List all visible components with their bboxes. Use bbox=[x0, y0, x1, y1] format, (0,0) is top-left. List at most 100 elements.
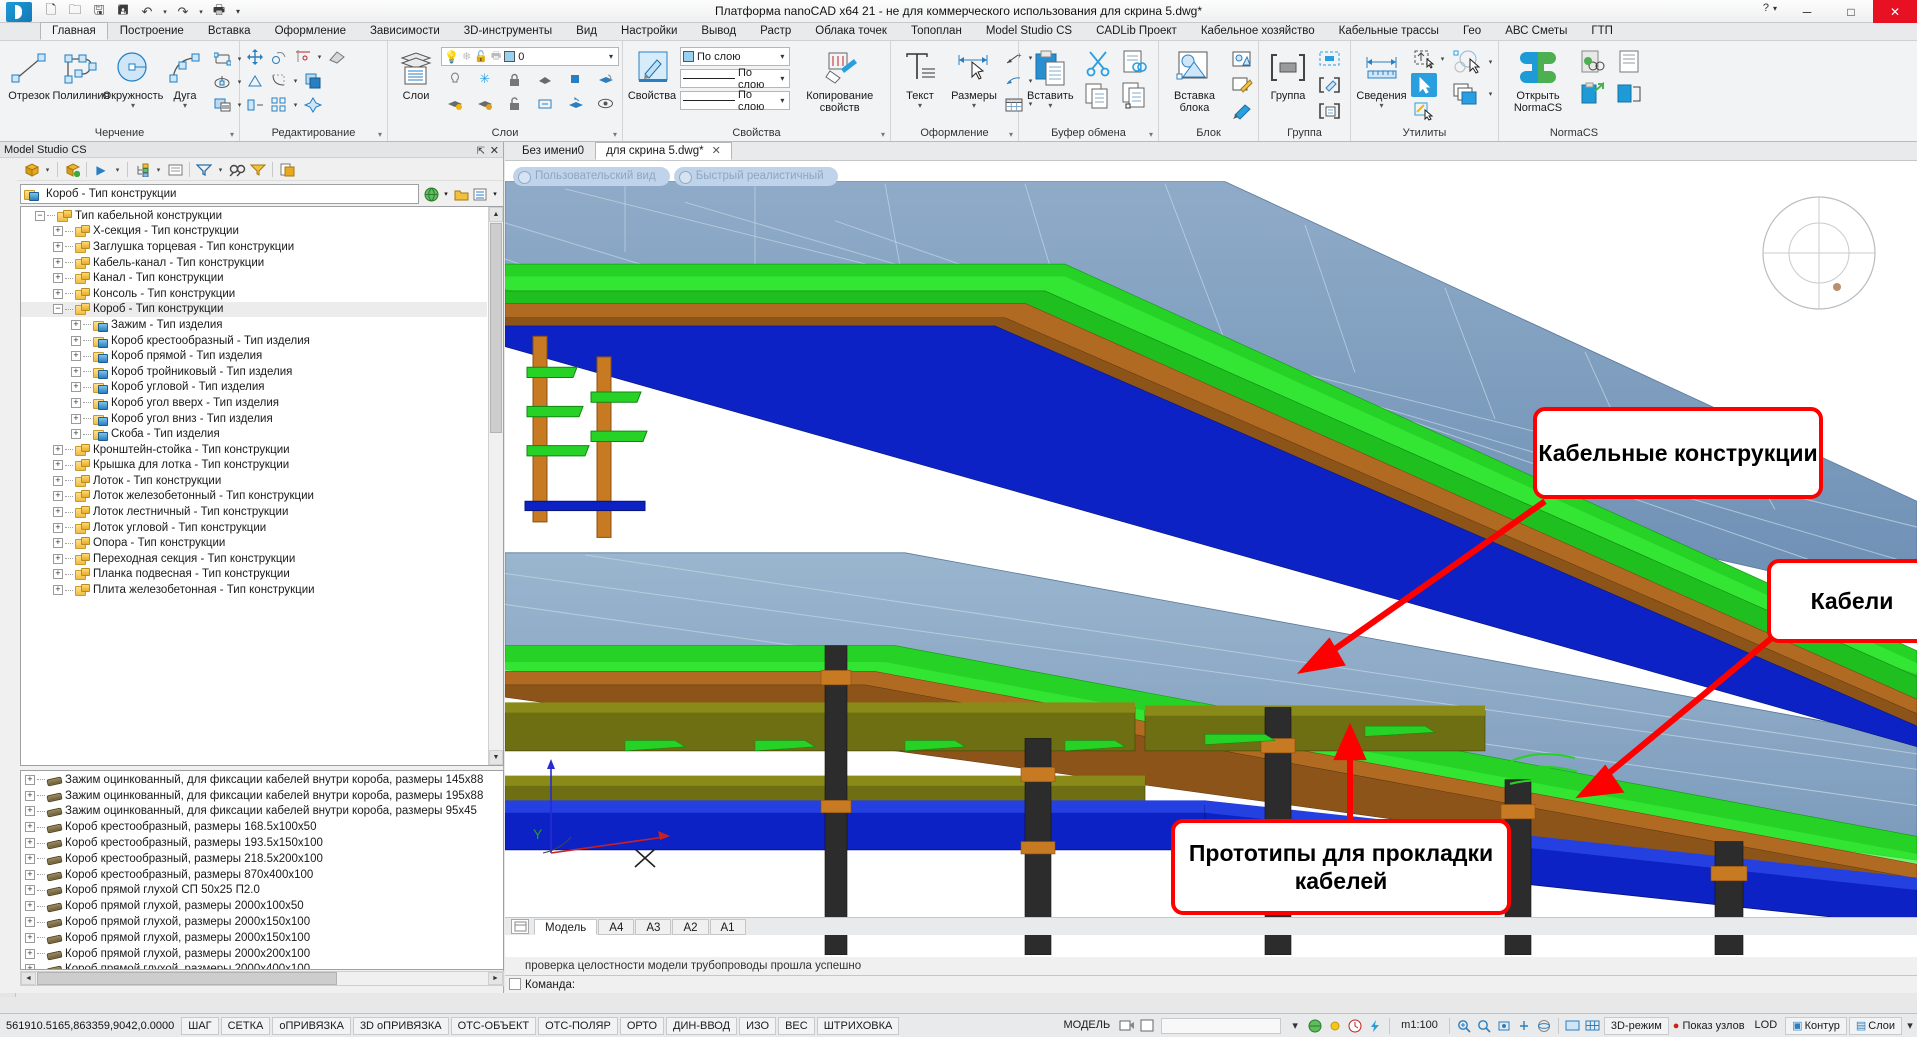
status-toggle-5[interactable]: ОТС-ПОЛЯР bbox=[538, 1017, 618, 1035]
properties-panel-caret-icon[interactable]: ▾ bbox=[490, 185, 500, 203]
view-cube[interactable] bbox=[1749, 183, 1889, 323]
print-icon[interactable]: 🖶 bbox=[208, 2, 230, 22]
ribbon-tab-18[interactable]: ГТП bbox=[1579, 22, 1625, 40]
status-overflow-icon[interactable]: ▾ bbox=[1903, 1017, 1917, 1035]
list-item[interactable]: +Короб крестообразный, размеры 193.5х150… bbox=[21, 835, 503, 851]
annotation-scale-slider[interactable] bbox=[1161, 1018, 1281, 1034]
tree-view-icon[interactable] bbox=[132, 160, 152, 179]
block-editor-icon[interactable] bbox=[1229, 47, 1255, 71]
pin-icon[interactable]: ⇱ bbox=[477, 144, 485, 160]
sun-status-icon[interactable] bbox=[1325, 1017, 1345, 1035]
paper-space-icon[interactable] bbox=[1137, 1017, 1157, 1035]
list-view-icon[interactable] bbox=[165, 160, 185, 179]
tree-node[interactable]: +Канал - Тип конструкции bbox=[21, 270, 487, 286]
tree-toggle-icon[interactable]: + bbox=[53, 569, 63, 579]
properties-dialog-launcher-icon[interactable]: ▾ bbox=[881, 128, 885, 142]
hscroll-left-icon[interactable]: ◄ bbox=[21, 972, 36, 985]
panel-close-icon[interactable]: ✕ bbox=[490, 143, 499, 159]
layer-merge-icon[interactable] bbox=[534, 92, 557, 114]
layer-current-icon[interactable] bbox=[564, 68, 587, 90]
list-toggle-icon[interactable]: + bbox=[25, 791, 35, 801]
stretch-icon[interactable] bbox=[243, 94, 266, 116]
redo-caret-icon[interactable]: ▾ bbox=[196, 2, 206, 22]
tree-toggle-icon[interactable]: − bbox=[35, 211, 45, 221]
list-horizontal-scrollbar[interactable]: ◄ ► bbox=[20, 971, 504, 986]
trim-caret-icon[interactable]: ▾ bbox=[315, 53, 324, 61]
hatch-icon[interactable] bbox=[211, 94, 234, 116]
list-toggle-icon[interactable]: + bbox=[25, 964, 35, 970]
scale-icon[interactable] bbox=[243, 70, 266, 92]
redo-icon[interactable]: ↷ bbox=[172, 2, 194, 22]
cut-icon[interactable] bbox=[1081, 47, 1115, 78]
database-icon[interactable] bbox=[21, 160, 41, 179]
layer-visibility-icon[interactable] bbox=[594, 92, 617, 114]
list-toggle-icon[interactable]: + bbox=[25, 901, 35, 911]
list-item[interactable]: +Короб крестообразный, размеры 870х400х1… bbox=[21, 867, 503, 883]
layout-list-icon[interactable] bbox=[511, 919, 529, 934]
ribbon-tab-16[interactable]: Гео bbox=[1451, 22, 1493, 40]
layer-unlock-icon[interactable]: 🔓 bbox=[474, 50, 488, 63]
fillet-icon[interactable] bbox=[267, 70, 290, 92]
list-item[interactable]: +Зажим оцинкованный, для фиксации кабеле… bbox=[21, 772, 503, 788]
circle-tool-button[interactable]: Окружность ▾ bbox=[107, 45, 159, 111]
save-file-icon[interactable]: 🖫 bbox=[88, 2, 110, 22]
ribbon-tab-7[interactable]: Настройки bbox=[609, 22, 689, 40]
layers-dialog-launcher-icon[interactable]: ▾ bbox=[613, 128, 617, 142]
tree-node[interactable]: +Опора - Тип конструкции bbox=[21, 535, 487, 551]
ribbon-tab-2[interactable]: Вставка bbox=[196, 22, 263, 40]
layer-lock-icon[interactable] bbox=[503, 68, 526, 90]
coordinates-display[interactable]: 561910.5165,863359,9042,0.0000 bbox=[0, 1020, 180, 1032]
globe-status-icon[interactable] bbox=[1305, 1017, 1325, 1035]
copy-base-icon[interactable] bbox=[1117, 79, 1151, 110]
ribbon-tab-0[interactable]: Главная bbox=[40, 22, 108, 40]
explode-icon[interactable] bbox=[301, 94, 324, 116]
list-item[interactable]: +Короб прямой глухой, размеры 2000х100х5… bbox=[21, 898, 503, 914]
grid-display-icon[interactable] bbox=[1583, 1017, 1603, 1035]
lod-label[interactable]: LOD bbox=[1749, 1017, 1784, 1035]
new-file-icon[interactable]: 🗋 bbox=[40, 2, 62, 22]
model-viewport[interactable]: Пользовательский видБыстрый реалистичный bbox=[505, 161, 1917, 955]
filter-caret-icon[interactable]: ▾ bbox=[215, 160, 226, 179]
ribbon-tab-8[interactable]: Вывод bbox=[689, 22, 748, 40]
insert-block-button[interactable]: Вставка блока bbox=[1162, 45, 1227, 115]
tree-toggle-icon[interactable]: − bbox=[53, 304, 63, 314]
status-toggle-9[interactable]: ВЕС bbox=[778, 1017, 815, 1035]
tree-node[interactable]: +Лоток угловой - Тип конструкции bbox=[21, 520, 487, 536]
status-toggle-4[interactable]: ОТС-ОБЪЕКТ bbox=[451, 1017, 536, 1035]
find-icon[interactable] bbox=[227, 160, 247, 179]
tree-node[interactable]: +Планка подвесная - Тип конструкции bbox=[21, 567, 487, 583]
layer-thaw-all-icon[interactable] bbox=[473, 92, 496, 114]
tree-node[interactable]: +Консоль - Тип конструкции bbox=[21, 286, 487, 302]
dimension-tool-button[interactable]: Размеры ▾ bbox=[948, 45, 1000, 111]
group-button[interactable]: Группа bbox=[1262, 45, 1314, 103]
isolate-caret-icon[interactable]: ▾ bbox=[1486, 58, 1495, 66]
document-tab-1[interactable]: для скрина 5.dwg*✕ bbox=[595, 142, 732, 160]
list-toggle-icon[interactable]: + bbox=[25, 822, 35, 832]
properties-button[interactable]: Свойства bbox=[626, 45, 678, 103]
tree-node[interactable]: +Короб угловой - Тип изделия bbox=[21, 380, 487, 396]
status-toggle-7[interactable]: ДИН-ВВОД bbox=[666, 1017, 737, 1035]
object-color-caret-icon[interactable]: ▾ bbox=[777, 52, 787, 61]
list-item[interactable]: +Короб прямой глухой, размеры 2000х150х1… bbox=[21, 914, 503, 930]
viewport-chip-1[interactable]: Быстрый реалистичный bbox=[674, 167, 838, 186]
paste-caret-icon[interactable]: ▾ bbox=[1048, 102, 1052, 110]
search-input[interactable]: Короб - Тип конструкции bbox=[20, 184, 419, 204]
ribbon-tab-5[interactable]: 3D-инструменты bbox=[452, 22, 564, 40]
contour-toggle[interactable]: ▣Контур bbox=[1785, 1017, 1847, 1035]
filter-icon[interactable] bbox=[194, 160, 214, 179]
clock-status-icon[interactable] bbox=[1345, 1017, 1365, 1035]
zoom-in-icon[interactable] bbox=[1454, 1017, 1474, 1035]
text-tool-button[interactable]: Текст ▾ bbox=[894, 45, 946, 111]
tree-node[interactable]: +Лоток лестничный - Тип конструкции bbox=[21, 504, 487, 520]
tree-scroll-thumb[interactable] bbox=[490, 223, 502, 433]
layout-tab-4[interactable]: А1 bbox=[710, 919, 746, 935]
quick-select-caret-icon[interactable]: ▾ bbox=[1438, 55, 1447, 63]
document-tab-0[interactable]: Без имени0 bbox=[511, 142, 595, 160]
customize-qat-icon[interactable]: ▾ bbox=[232, 2, 244, 22]
tree-node[interactable]: +Лоток железобетонный - Тип конструкции bbox=[21, 489, 487, 505]
maximize-button[interactable]: □ bbox=[1829, 0, 1873, 23]
isolate-objects-icon[interactable] bbox=[1449, 47, 1485, 77]
ribbon-tab-4[interactable]: Зависимости bbox=[358, 22, 452, 40]
layer-combo-caret-icon[interactable]: ▾ bbox=[606, 52, 616, 61]
draw-order-icon[interactable] bbox=[1449, 79, 1485, 109]
